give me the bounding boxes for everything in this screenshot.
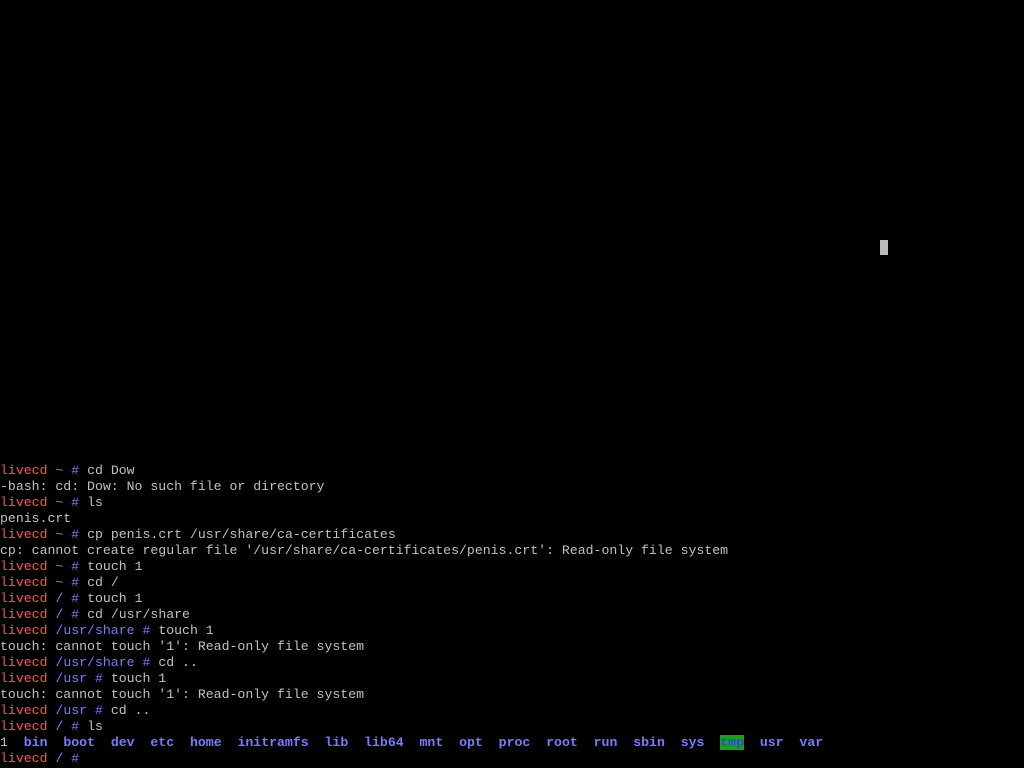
prompt-host: livecd (0, 463, 48, 478)
prompt-path: /usr (55, 703, 88, 718)
prompt-host: livecd (0, 671, 48, 686)
prompt-symbol: # (94, 703, 103, 718)
prompt-symbol: # (142, 623, 151, 638)
ls-entry-bin: bin (23, 735, 48, 750)
prompt-line: livecd /usr/share # cd .. (0, 655, 1024, 671)
ls-entry-var: var (799, 735, 824, 750)
output-text: touch: cannot touch '1': Read-only file … (0, 639, 365, 654)
output-text: -bash: cd: Dow: No such file or director… (0, 479, 325, 494)
prompt-host: livecd (0, 607, 48, 622)
mouse-cursor-block (880, 240, 888, 255)
command-text: ls (87, 495, 103, 510)
ls-entry-mnt: mnt (419, 735, 444, 750)
output-line: touch: cannot touch '1': Read-only file … (0, 639, 1024, 655)
prompt-host: livecd (0, 751, 48, 766)
output-text: cp: cannot create regular file '/usr/sha… (0, 543, 729, 558)
output-line: -bash: cd: Dow: No such file or director… (0, 479, 1024, 495)
prompt-path: ~ (55, 559, 64, 574)
command-text: cd .. (158, 655, 198, 670)
prompt-line: livecd /usr/share # touch 1 (0, 623, 1024, 639)
prompt-symbol: # (71, 575, 80, 590)
prompt-host: livecd (0, 591, 48, 606)
output-text: touch: cannot touch '1': Read-only file … (0, 687, 365, 702)
prompt-symbol: # (71, 751, 80, 766)
prompt-path: /usr/share (55, 623, 135, 638)
prompt-symbol: # (71, 495, 80, 510)
command-text: touch 1 (110, 671, 167, 686)
ls-entry-usr: usr (759, 735, 784, 750)
prompt-symbol: # (71, 591, 80, 606)
command-text: cp penis.crt /usr/share/ca-certificates (87, 527, 396, 542)
ls-entry-initramfs: initramfs (237, 735, 309, 750)
prompt-host: livecd (0, 623, 48, 638)
command-text: ls (87, 719, 103, 734)
prompt-symbol: # (142, 655, 151, 670)
command-text: cd Dow (87, 463, 135, 478)
ls-listing-line: 1 bin boot dev etc home initramfs lib li… (0, 735, 1024, 751)
prompt-path: ~ (55, 527, 64, 542)
prompt-path: / (55, 719, 64, 734)
prompt-symbol: # (71, 607, 80, 622)
ls-entry-dev: dev (110, 735, 135, 750)
output-line: touch: cannot touch '1': Read-only file … (0, 687, 1024, 703)
prompt-symbol: # (94, 671, 103, 686)
output-line: penis.crt (0, 511, 1024, 527)
prompt-line: livecd / # (0, 751, 1024, 767)
prompt-path: / (55, 607, 64, 622)
prompt-line: livecd ~ # ls (0, 495, 1024, 511)
prompt-path: /usr/share (55, 655, 135, 670)
ls-entry-tmp: tmp (720, 735, 745, 750)
prompt-host: livecd (0, 527, 48, 542)
prompt-line: livecd ~ # cp penis.crt /usr/share/ca-ce… (0, 527, 1024, 543)
prompt-line: livecd / # cd /usr/share (0, 607, 1024, 623)
ls-entry-etc: etc (150, 735, 175, 750)
command-text: touch 1 (158, 623, 214, 638)
command-text: cd /usr/share (87, 607, 190, 622)
ls-entry-sys: sys (680, 735, 705, 750)
command-text: touch 1 (87, 591, 143, 606)
prompt-path: ~ (55, 495, 64, 510)
prompt-line: livecd /usr # cd .. (0, 703, 1024, 719)
ls-entry-lib64: lib64 (364, 735, 404, 750)
prompt-path: ~ (55, 575, 64, 590)
terminal-output[interactable]: livecd ~ # cd Dow -bash: cd: Dow: No such… (0, 463, 1024, 767)
ls-entry-1: 1 (0, 735, 8, 750)
ls-entry-home: home (189, 735, 222, 750)
command-text: cd / (87, 575, 119, 590)
output-text: penis.crt (0, 511, 72, 526)
prompt-symbol: # (71, 527, 80, 542)
ls-entry-root: root (546, 735, 578, 750)
command-text: cd .. (110, 703, 151, 718)
prompt-host: livecd (0, 559, 48, 574)
command-text: touch 1 (87, 559, 143, 574)
console-screen[interactable]: livecd ~ # cd Dow -bash: cd: Dow: No such… (0, 0, 1024, 768)
prompt-line: livecd ~ # cd / (0, 575, 1024, 591)
ls-entry-proc: proc (498, 735, 531, 750)
prompt-path: ~ (55, 463, 64, 478)
prompt-host: livecd (0, 655, 48, 670)
prompt-line: livecd / # ls (0, 719, 1024, 735)
output-line: cp: cannot create regular file '/usr/sha… (0, 543, 1024, 559)
prompt-symbol: # (71, 463, 80, 478)
prompt-host: livecd (0, 719, 48, 734)
ls-entry-opt: opt (459, 735, 483, 750)
ls-entry-run: run (593, 735, 618, 750)
prompt-symbol: # (71, 719, 80, 734)
ls-entry-boot: boot (63, 735, 95, 750)
prompt-path: / (55, 591, 64, 606)
prompt-path: / (55, 751, 64, 766)
prompt-symbol: # (71, 559, 80, 574)
prompt-line: livecd /usr # touch 1 (0, 671, 1024, 687)
prompt-host: livecd (0, 495, 48, 510)
ls-entry-lib: lib (324, 735, 349, 750)
prompt-line: livecd ~ # cd Dow (0, 463, 1024, 479)
prompt-line: livecd / # touch 1 (0, 591, 1024, 607)
prompt-host: livecd (0, 703, 48, 718)
ls-entry-sbin: sbin (633, 735, 665, 750)
prompt-line: livecd ~ # touch 1 (0, 559, 1024, 575)
prompt-host: livecd (0, 575, 48, 590)
prompt-path: /usr (55, 671, 88, 686)
